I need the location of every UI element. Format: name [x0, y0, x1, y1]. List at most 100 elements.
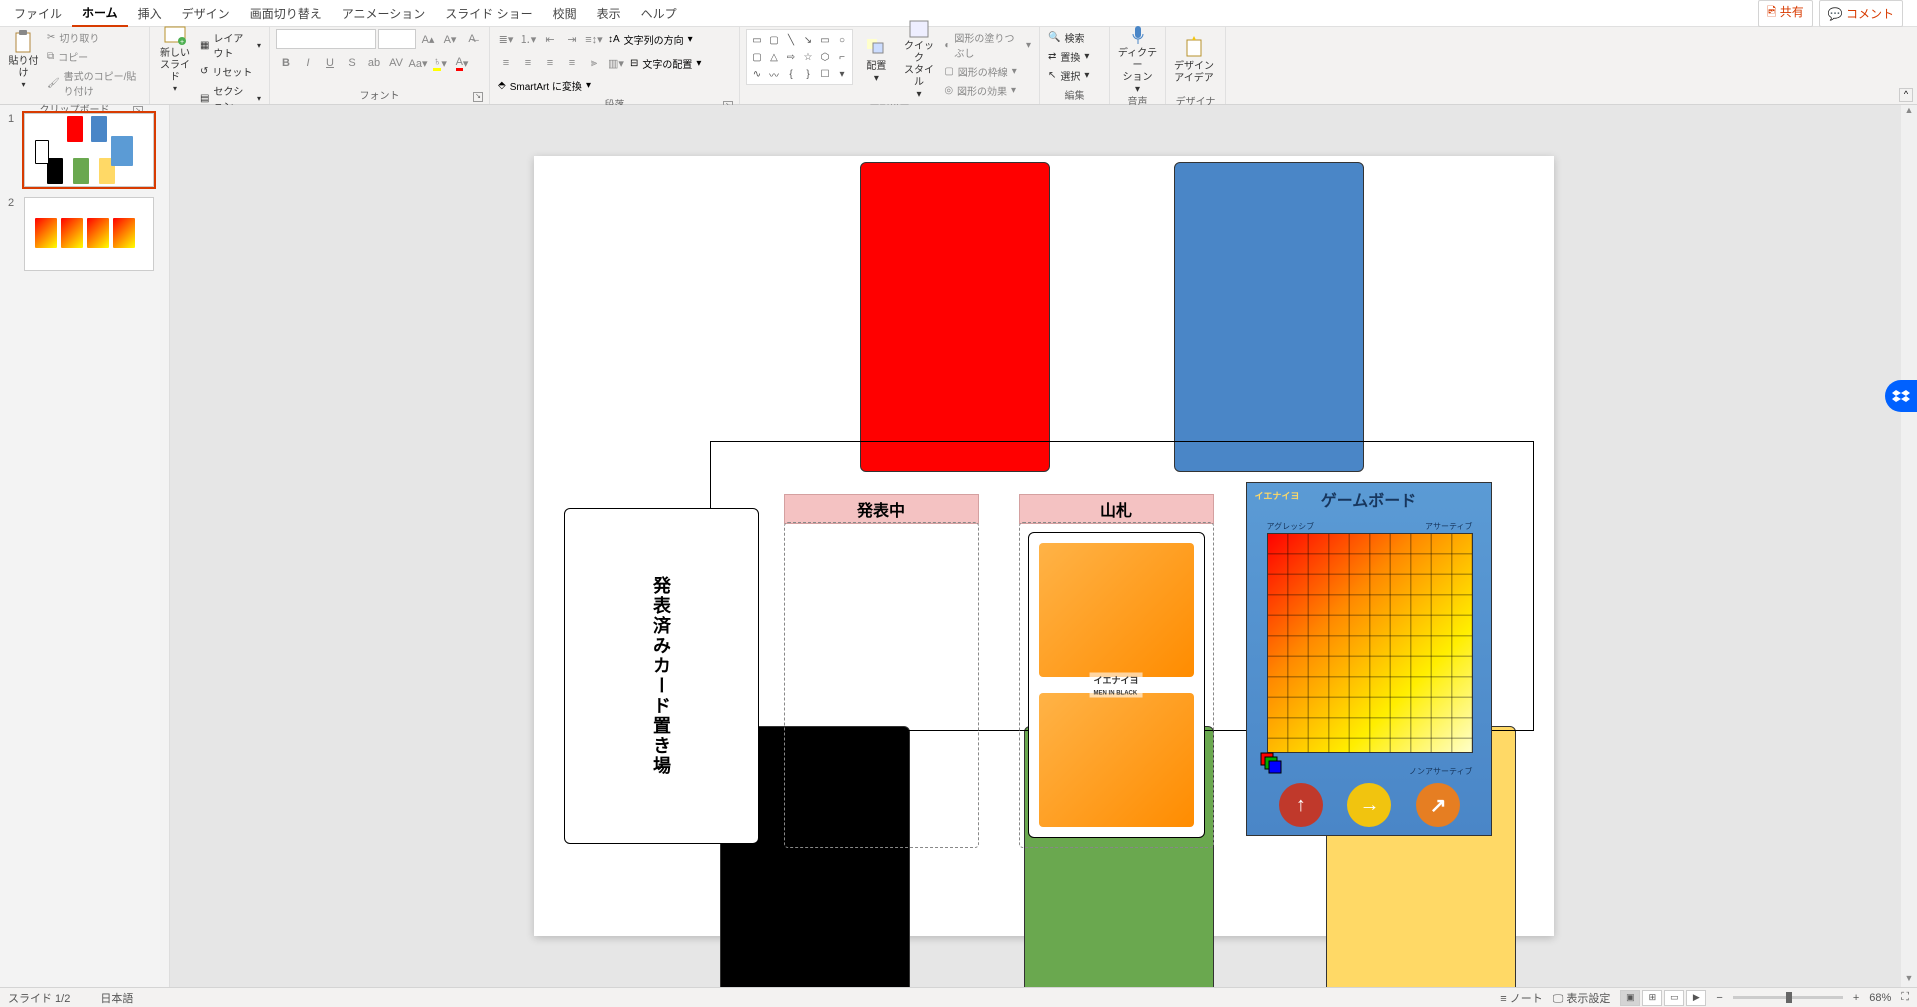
language-indicator[interactable]: 日本語	[100, 990, 133, 1006]
zoom-handle[interactable]	[1786, 992, 1792, 1003]
outdent-button[interactable]: ⇤	[540, 29, 560, 49]
strike-button[interactable]: S	[342, 53, 362, 73]
comment-button[interactable]: 💬 コメント	[1819, 0, 1903, 27]
design-ideas-button[interactable]: デザイン アイデア	[1172, 29, 1216, 91]
shape-textbox[interactable]: ▢	[766, 32, 782, 48]
shape-oval[interactable]: ○	[834, 32, 850, 48]
dictate-button[interactable]: ディクテー ション▾	[1116, 29, 1159, 91]
normal-view-button[interactable]: ▣	[1620, 990, 1640, 1006]
arrange-button[interactable]: 配置▾	[857, 29, 896, 91]
align-left-button[interactable]: ≡	[496, 53, 516, 73]
shape-arrow[interactable]: ↘	[800, 32, 816, 48]
new-slide-button[interactable]: + 新しい スライド ▾	[156, 29, 194, 91]
clear-format-button[interactable]: A̶	[462, 29, 482, 49]
display-settings-button[interactable]: 🖵 表示設定	[1553, 990, 1611, 1006]
grow-font-button[interactable]: A▴	[418, 29, 438, 49]
shape-brace-l[interactable]: {	[783, 66, 799, 82]
copy-button[interactable]: ⧉コピー	[45, 48, 143, 65]
notes-button[interactable]: ≡ ノート	[1500, 990, 1542, 1006]
shape-curve[interactable]: ∿	[749, 66, 765, 82]
shapes-more[interactable]: ▾	[834, 66, 850, 82]
tab-review[interactable]: 校閲	[543, 1, 587, 26]
tab-animations[interactable]: アニメーション	[332, 1, 436, 26]
shapes-gallery[interactable]: ▭ ▢ ╲ ↘ ▭ ○ ▢ △ ⇨ ☆ ⬡ ⌐ ∿ 〰 { } ☐	[746, 29, 853, 85]
find-button[interactable]: 🔍検索	[1046, 29, 1091, 46]
collapse-ribbon-button[interactable]: ^	[1899, 88, 1913, 102]
presenting-label[interactable]: 発表中	[784, 494, 979, 524]
underline-button[interactable]: U	[320, 53, 340, 73]
cut-button[interactable]: ✂切り取り	[45, 29, 143, 46]
font-color-button[interactable]: A▾	[452, 53, 472, 73]
tab-view[interactable]: 表示	[587, 1, 631, 26]
align-center-button[interactable]: ≡	[518, 53, 538, 73]
layout-button[interactable]: ▦レイアウト▾	[198, 29, 263, 61]
sorter-view-button[interactable]: ⊞	[1642, 990, 1662, 1006]
slide-thumbnail-2[interactable]: 2	[8, 197, 161, 271]
highlight-button[interactable]: ♄▾	[430, 53, 450, 73]
char-spacing-button[interactable]: AV	[386, 53, 406, 73]
tab-home[interactable]: ホーム	[72, 0, 128, 27]
columns-button[interactable]: ▥▾	[606, 53, 626, 73]
smartart-button[interactable]: ⬘SmartArt に変換▾	[496, 77, 593, 94]
discard-pile[interactable]: 発表済みカード置き場	[564, 508, 759, 844]
dropbox-badge[interactable]	[1885, 380, 1917, 412]
shape-line[interactable]: ╲	[783, 32, 799, 48]
shape-star[interactable]: ☆	[800, 49, 816, 65]
zoom-in-button[interactable]: +	[1853, 992, 1859, 1004]
align-text-button[interactable]: ⊟文字の配置▾	[628, 53, 703, 73]
slide-canvas-area[interactable]: 発表済みカード置き場 発表中 山札 イエナイヨ MEN IN BLACK イエナ…	[170, 105, 1917, 987]
deck-card[interactable]: イエナイヨ MEN IN BLACK	[1028, 532, 1205, 838]
shrink-font-button[interactable]: A▾	[440, 29, 460, 49]
shape-brace-r[interactable]: }	[800, 66, 816, 82]
zoom-out-button[interactable]: −	[1716, 992, 1722, 1004]
gameboard-card[interactable]: イエナイヨ ゲームボード アグレッシブ アサーティブ ノンアサーティブ ↑ →	[1246, 482, 1492, 836]
tab-help[interactable]: ヘルプ	[631, 1, 687, 26]
reset-button[interactable]: ↺リセット	[198, 63, 263, 80]
tab-design[interactable]: デザイン	[172, 1, 240, 26]
text-direction-button[interactable]: ↕A文字列の方向▾	[606, 29, 695, 49]
shape-freeform[interactable]: 〰	[766, 66, 782, 82]
select-button[interactable]: ↖選択▾	[1046, 67, 1091, 84]
shape-outline-button[interactable]: ▢図形の枠線▾	[942, 63, 1033, 80]
zoom-slider[interactable]	[1733, 996, 1843, 999]
shape-hex[interactable]: ⬡	[817, 49, 833, 65]
shape-callout[interactable]: ☐	[817, 66, 833, 82]
slideshow-view-button[interactable]: ▶	[1686, 990, 1706, 1006]
tab-insert[interactable]: 挿入	[128, 1, 172, 26]
shape-arrow2[interactable]: ⇨	[783, 49, 799, 65]
shape-effects-button[interactable]: ◎図形の効果▾	[942, 82, 1033, 99]
indent-button[interactable]: ⇥	[562, 29, 582, 49]
shape-connector[interactable]: ⌐	[834, 49, 850, 65]
tab-transitions[interactable]: 画面切り替え	[240, 1, 332, 26]
red-player-card[interactable]	[860, 162, 1050, 472]
align-right-button[interactable]: ≡	[540, 53, 560, 73]
font-name-input[interactable]	[276, 29, 376, 49]
shape-rect2[interactable]: ▭	[817, 32, 833, 48]
blue-player-card[interactable]	[1174, 162, 1364, 472]
paste-button[interactable]: 貼り付け ▾	[6, 29, 41, 91]
zoom-level[interactable]: 68%	[1869, 992, 1891, 1004]
shadow-button[interactable]: ab	[364, 53, 384, 73]
bold-button[interactable]: B	[276, 53, 296, 73]
justify-button[interactable]: ≡	[562, 53, 582, 73]
slide[interactable]: 発表済みカード置き場 発表中 山札 イエナイヨ MEN IN BLACK イエナ…	[534, 156, 1554, 936]
scroll-down-button[interactable]: ▼	[1901, 973, 1917, 987]
line-spacing-button[interactable]: ≡↕▾	[584, 29, 604, 49]
tab-slideshow[interactable]: スライド ショー	[435, 1, 542, 26]
deck-label[interactable]: 山札	[1019, 494, 1214, 524]
scroll-up-button[interactable]: ▲	[1901, 105, 1917, 119]
tab-file[interactable]: ファイル	[4, 1, 72, 26]
font-launcher[interactable]: ↘	[473, 92, 483, 102]
shape-roundrect[interactable]: ▢	[749, 49, 765, 65]
reading-view-button[interactable]: ▭	[1664, 990, 1684, 1006]
quick-styles-button[interactable]: クイック スタイル▾	[900, 29, 939, 91]
fit-to-window-button[interactable]: ⛶	[1901, 991, 1909, 1004]
vertical-scrollbar[interactable]: ▲ ▼	[1901, 105, 1917, 987]
slide-thumbnail-1[interactable]: 1	[8, 113, 161, 187]
shape-fill-button[interactable]: ◐図形の塗りつぶし▾	[942, 29, 1033, 61]
change-case-button[interactable]: Aa▾	[408, 53, 428, 73]
share-button[interactable]: 🖻 共有	[1758, 0, 1813, 27]
numbering-button[interactable]: ⒈▾	[518, 29, 538, 49]
font-size-input[interactable]	[378, 29, 416, 49]
italic-button[interactable]: I	[298, 53, 318, 73]
